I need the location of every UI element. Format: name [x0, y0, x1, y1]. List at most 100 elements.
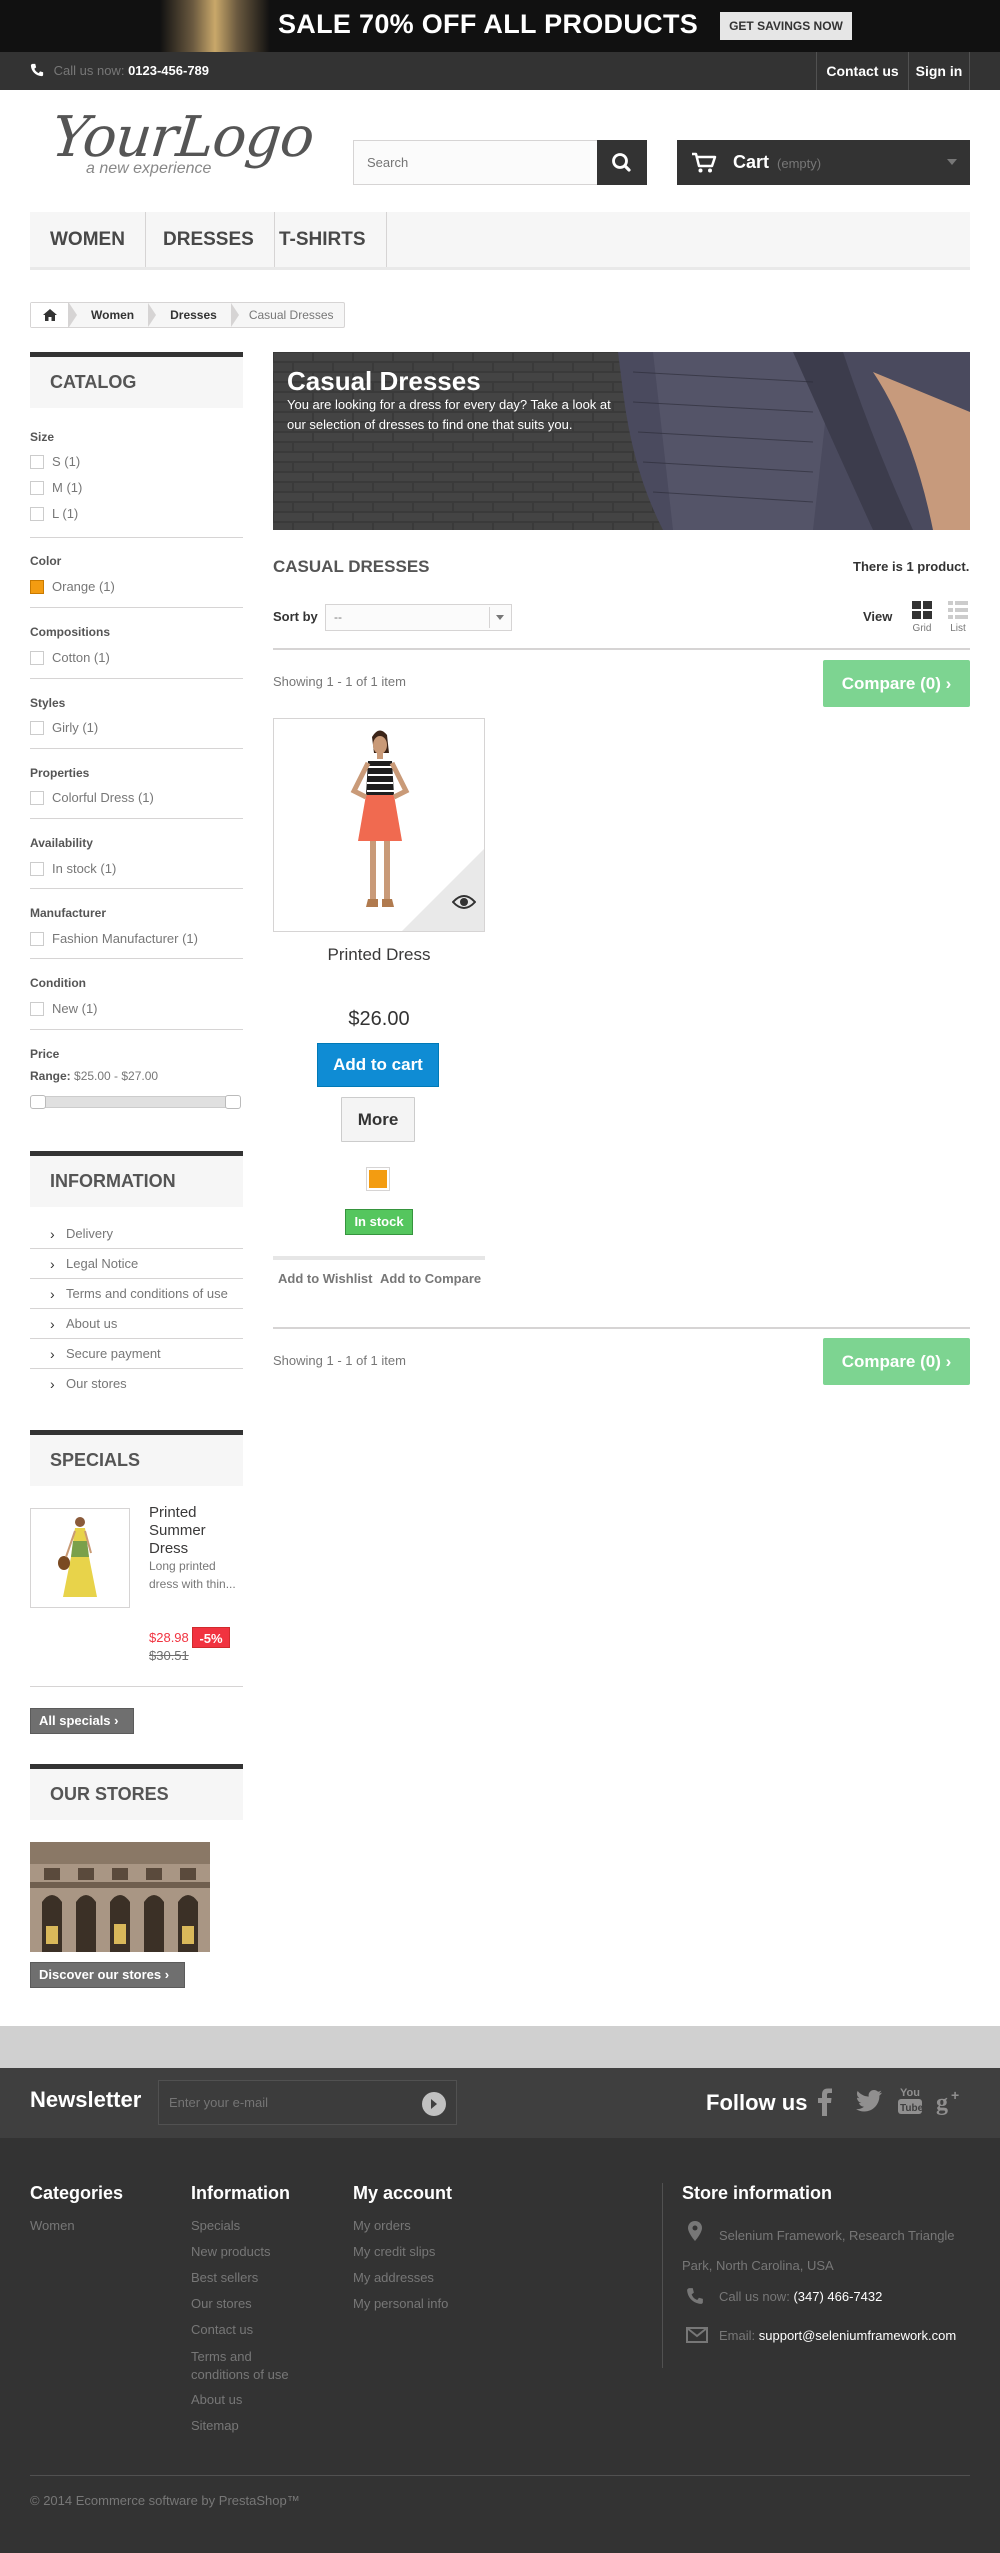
search-input[interactable]	[354, 141, 594, 184]
svg-text:+: +	[951, 2088, 959, 2103]
chevron-right-icon: ›	[945, 1352, 952, 1371]
filter-option[interactable]: M (1)	[30, 480, 82, 495]
checkbox[interactable]	[30, 1002, 44, 1016]
divider	[30, 537, 243, 538]
footer-link-about[interactable]: About us	[191, 2392, 242, 2407]
filter-option[interactable]: S (1)	[30, 454, 80, 469]
info-link-legal[interactable]: Legal Notice	[30, 1249, 243, 1279]
search-icon	[612, 153, 631, 172]
checkbox[interactable]	[30, 455, 44, 469]
price-slider[interactable]	[30, 1095, 241, 1109]
compare-button-top[interactable]: Compare (0) ›	[823, 660, 970, 707]
filter-option[interactable]: Colorful Dress (1)	[30, 790, 154, 805]
list-icon	[948, 601, 968, 619]
store-email-address[interactable]: support@seleniumframework.com	[759, 2328, 956, 2343]
info-link-delivery[interactable]: Delivery	[30, 1219, 243, 1249]
product-name[interactable]: Printed Dress	[273, 945, 485, 965]
footer-link-specials[interactable]: Specials	[191, 2218, 240, 2233]
logo[interactable]: YourLogo a new experience	[49, 105, 317, 177]
footer-link-credit-slips[interactable]: My credit slips	[353, 2244, 435, 2259]
menu-item-tshirts[interactable]: T-SHIRTS	[259, 212, 387, 267]
compare-button-bottom[interactable]: Compare (0) ›	[823, 1338, 970, 1385]
info-link-about[interactable]: About us	[30, 1309, 243, 1339]
info-link-stores[interactable]: Our stores	[30, 1369, 243, 1399]
grid-view-button[interactable]: Grid	[910, 600, 934, 634]
color-swatch[interactable]	[30, 580, 44, 594]
footer-account-title: My account	[353, 2183, 453, 2203]
footer-link-contact[interactable]: Contact us	[191, 2322, 253, 2337]
sort-select[interactable]: --	[325, 604, 512, 631]
main-menu: WOMEN DRESSES T-SHIRTS	[30, 212, 970, 270]
checkbox[interactable]	[30, 932, 44, 946]
showing-count-top: Showing 1 - 1 of 1 item	[273, 674, 406, 689]
footer-link-terms[interactable]: Terms and conditions of use	[191, 2348, 311, 2384]
footer-information-title: Information	[191, 2183, 290, 2203]
twitter-icon[interactable]	[856, 2090, 882, 2112]
store-image[interactable]	[30, 1842, 210, 1952]
info-link-payment[interactable]: Secure payment	[30, 1339, 243, 1369]
footer-link-best-sellers[interactable]: Best sellers	[191, 2270, 258, 2285]
filter-option-label: New (1)	[52, 1001, 98, 1016]
list-view-button[interactable]: List	[946, 600, 970, 634]
divider	[30, 678, 243, 679]
google-plus-icon[interactable]: g +	[936, 2088, 964, 2116]
filter-option[interactable]: In stock (1)	[30, 861, 116, 876]
get-savings-button[interactable]: GET SAVINGS NOW	[720, 12, 852, 40]
menu-item-dresses[interactable]: DRESSES	[143, 212, 275, 267]
divider	[30, 818, 243, 819]
filter-title-availability: Availability	[30, 836, 93, 850]
footer-link-women[interactable]: Women	[30, 2218, 75, 2233]
product-image[interactable]	[273, 718, 485, 932]
footer-link-orders[interactable]: My orders	[353, 2218, 411, 2233]
newsletter-email-input[interactable]	[159, 2081, 409, 2124]
footer-divider	[662, 2183, 663, 2368]
promo-banner[interactable]: SALE 70% OFF ALL PRODUCTS GET SAVINGS NO…	[0, 0, 1000, 52]
checkbox[interactable]	[30, 507, 44, 521]
breadcrumb-dresses[interactable]: Dresses	[156, 303, 231, 327]
eye-icon[interactable]	[452, 894, 476, 910]
footer-link-addresses[interactable]: My addresses	[353, 2270, 434, 2285]
more-button[interactable]: More	[341, 1097, 415, 1142]
color-swatch[interactable]	[366, 1167, 390, 1191]
footer-link-personal-info[interactable]: My personal info	[353, 2296, 448, 2311]
checkbox[interactable]	[30, 651, 44, 665]
divider	[30, 1029, 243, 1030]
info-link-terms[interactable]: Terms and conditions of use	[30, 1279, 243, 1309]
add-to-compare-link[interactable]: Add to Compare	[380, 1271, 481, 1286]
search-button[interactable]	[597, 140, 647, 185]
footer-link-sitemap[interactable]: Sitemap	[191, 2418, 239, 2433]
youtube-icon[interactable]: You Tube	[898, 2084, 922, 2116]
filter-option[interactable]: Orange (1)	[30, 579, 115, 594]
breadcrumb-home[interactable]	[31, 303, 69, 327]
facebook-icon[interactable]	[818, 2088, 832, 2116]
footer-link-our-stores[interactable]: Our stores	[191, 2296, 252, 2311]
filter-title-properties: Properties	[30, 766, 90, 780]
contact-us-link[interactable]: Contact us	[816, 52, 908, 90]
checkbox[interactable]	[30, 721, 44, 735]
menu-item-women[interactable]: WOMEN	[30, 212, 146, 267]
add-to-cart-button[interactable]: Add to cart	[317, 1043, 439, 1087]
add-to-wishlist-link[interactable]: Add to Wishlist	[278, 1271, 373, 1286]
special-product-name[interactable]: Printed Summer Dress	[149, 1504, 239, 1558]
checkbox[interactable]	[30, 481, 44, 495]
checkbox[interactable]	[30, 862, 44, 876]
price-slider-handle-max[interactable]	[225, 1095, 241, 1109]
sign-in-link[interactable]: Sign in	[908, 52, 970, 90]
footer-link-new-products[interactable]: New products	[191, 2244, 270, 2259]
filter-option[interactable]: New (1)	[30, 1001, 98, 1016]
cart-button[interactable]: Cart (empty)	[677, 140, 970, 185]
special-product-image[interactable]	[30, 1508, 130, 1608]
footer	[0, 2138, 1000, 2553]
newsletter-submit-icon[interactable]	[422, 2092, 446, 2116]
filter-option[interactable]: Girly (1)	[30, 720, 98, 735]
breadcrumb-women[interactable]: Women	[77, 303, 148, 327]
filter-option[interactable]: Fashion Manufacturer (1)	[30, 931, 198, 946]
price-slider-handle-min[interactable]	[30, 1095, 46, 1109]
checkbox[interactable]	[30, 791, 44, 805]
filter-option[interactable]: Cotton (1)	[30, 650, 110, 665]
discover-stores-button[interactable]: Discover our stores ›	[30, 1962, 185, 1988]
filter-option-label: Cotton (1)	[52, 650, 110, 665]
filter-option[interactable]: L (1)	[30, 506, 78, 521]
store-call-label: Call us now:	[719, 2289, 790, 2304]
all-specials-button[interactable]: All specials ›	[30, 1708, 134, 1734]
